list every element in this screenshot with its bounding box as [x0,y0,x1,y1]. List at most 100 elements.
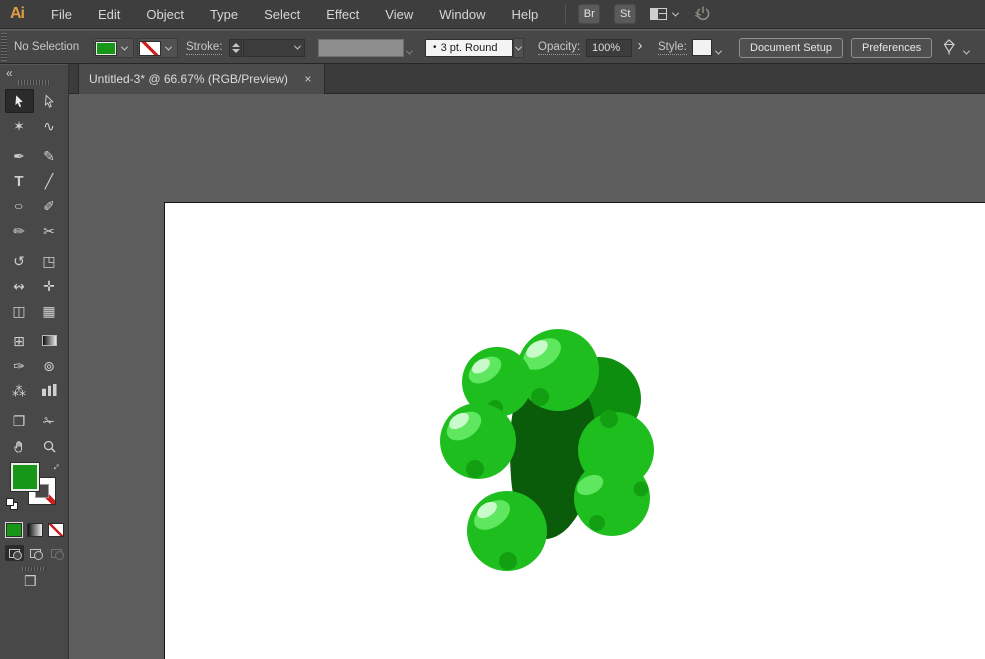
fill-chevron-icon[interactable] [117,40,132,57]
gradient-button[interactable] [27,523,43,537]
width-tool[interactable]: ↭ [5,274,34,298]
gradient-tool[interactable] [35,329,64,353]
stroke-chevron-icon[interactable] [161,40,176,57]
symbol-sprayer-tool[interactable]: ⁂ [5,379,34,403]
menubar-right: Br St [565,4,712,24]
menu-item-effect[interactable]: Effect [313,0,372,29]
line-segment-tool[interactable]: ╱ [35,169,64,193]
opacity-link[interactable]: Opacity: [538,41,581,55]
collapse-panel-button[interactable]: « [6,66,13,80]
brush-value: 3 pt. Round [440,42,498,54]
stepper-down-icon[interactable] [231,49,240,53]
style-swatch[interactable] [692,39,712,56]
curvature-tool-icon: ✎ [43,148,55,164]
brush-definition-select[interactable]: • 3 pt. Round [425,39,513,57]
mesh-tool[interactable]: ⊞ [5,329,34,353]
stroke-panel-link[interactable]: Stroke: [186,41,223,55]
hand-tool[interactable] [5,434,34,458]
blend-tool-icon: ⊚ [43,358,55,374]
workspace-icon[interactable] [940,39,958,60]
tools-panel-grip-2 [22,567,46,571]
menu-item-window[interactable]: Window [426,0,498,29]
sphere-shadow [633,481,649,497]
color-button[interactable] [6,523,22,537]
style-link[interactable]: Style: [658,41,687,55]
opacity-expand-button[interactable]: › [633,37,647,54]
lasso-tool[interactable]: ∿ [35,114,64,138]
style-chevron-icon[interactable] [714,42,723,60]
selection-tool[interactable] [4,89,34,113]
menu-item-help[interactable]: Help [498,0,551,29]
pen-tool[interactable]: ✒ [5,144,34,168]
default-fill-stroke-icon[interactable] [6,498,20,511]
app-logo: Ai [10,5,25,22]
tools-panel-grip[interactable] [18,80,50,85]
stroke-weight-stepper[interactable] [229,39,242,57]
tab-close-icon[interactable]: × [302,72,314,86]
mesh-tool-icon: ⊞ [13,333,25,349]
menu-item-edit[interactable]: Edit [85,0,133,29]
shape-builder-tool[interactable]: ◫ [5,299,34,323]
none-button[interactable] [48,523,64,537]
draw-behind-button[interactable] [26,545,45,561]
artboard-tool[interactable]: ❐ [5,409,34,433]
swap-fill-stroke-icon[interactable]: ↔ [47,458,63,474]
perspective-grid-tool[interactable]: ▦ [35,299,64,323]
symbol-sprayer-tool-icon: ⁂ [12,383,26,399]
opacity-field[interactable]: 100% [586,39,632,57]
control-panel-grip[interactable] [1,33,7,61]
stroke-weight-field[interactable] [243,39,305,57]
stepper-up-icon[interactable] [231,43,240,47]
arrange-documents-button[interactable] [650,8,680,20]
canvas-area[interactable] [69,94,985,659]
scissors-tool[interactable]: ✂ [35,219,64,243]
type-tool[interactable]: T [5,169,34,193]
eyedropper-tool[interactable]: ✑ [5,354,34,378]
screen-mode-button[interactable]: ❒ [24,573,37,590]
free-transform-tool-icon: ✛ [43,278,55,294]
slice-tool-icon: ✁ [43,413,55,429]
paintbrush-tool[interactable]: ✐ [35,194,64,218]
scale-tool[interactable]: ◳ [35,249,64,273]
workspace-chevron-icon[interactable] [962,42,971,60]
stock-button[interactable]: St [614,4,637,24]
document-tab[interactable]: Untitled-3* @ 66.67% (RGB/Preview) × [78,64,325,94]
direct-selection-tool-icon [42,93,57,109]
draw-inside-icon [51,548,64,560]
column-graph-tool[interactable] [35,379,64,403]
stroke-color-control[interactable] [137,38,178,58]
zoom-tool[interactable] [35,434,64,458]
blend-tool[interactable]: ⊚ [35,354,64,378]
magic-wand-tool[interactable]: ✶ [5,114,34,138]
free-transform-tool[interactable]: ✛ [35,274,64,298]
menu-item-view[interactable]: View [372,0,426,29]
rotate-tool[interactable]: ↺ [5,249,34,273]
fill-color-control[interactable] [93,38,134,58]
chevron-down-icon [672,9,680,17]
ellipse-tool[interactable]: ○ [5,194,34,218]
direct-selection-tool[interactable] [35,89,64,113]
eyedropper-tool-icon: ✑ [13,358,25,374]
brush-chevron-button[interactable] [513,38,524,58]
document-setup-button[interactable]: Document Setup [739,38,843,58]
menu-item-type[interactable]: Type [197,0,251,29]
shape-builder-tool-icon: ◫ [12,303,26,319]
fill-swatch[interactable] [95,40,117,56]
preferences-button[interactable]: Preferences [851,38,933,58]
stroke-none-swatch[interactable] [139,40,161,56]
menu-item-object[interactable]: Object [133,0,197,29]
bridge-button[interactable]: Br [578,4,601,24]
draw-inside-button[interactable] [47,545,66,561]
slice-tool[interactable]: ✁ [35,409,64,433]
menu-item-select[interactable]: Select [251,0,313,29]
cs-live-icon[interactable] [694,5,712,23]
fill-indicator-swatch[interactable] [10,462,40,492]
scale-tool-icon: ◳ [42,253,56,269]
artwork-green-cluster[interactable] [431,304,671,579]
pencil-tool[interactable]: ✏ [5,219,34,243]
menu-item-file[interactable]: File [38,0,85,29]
draw-normal-button[interactable] [5,545,24,561]
ellipse-tool-icon: ○ [14,199,24,213]
width-tool-icon: ↭ [13,278,25,294]
curvature-tool[interactable]: ✎ [35,144,64,168]
